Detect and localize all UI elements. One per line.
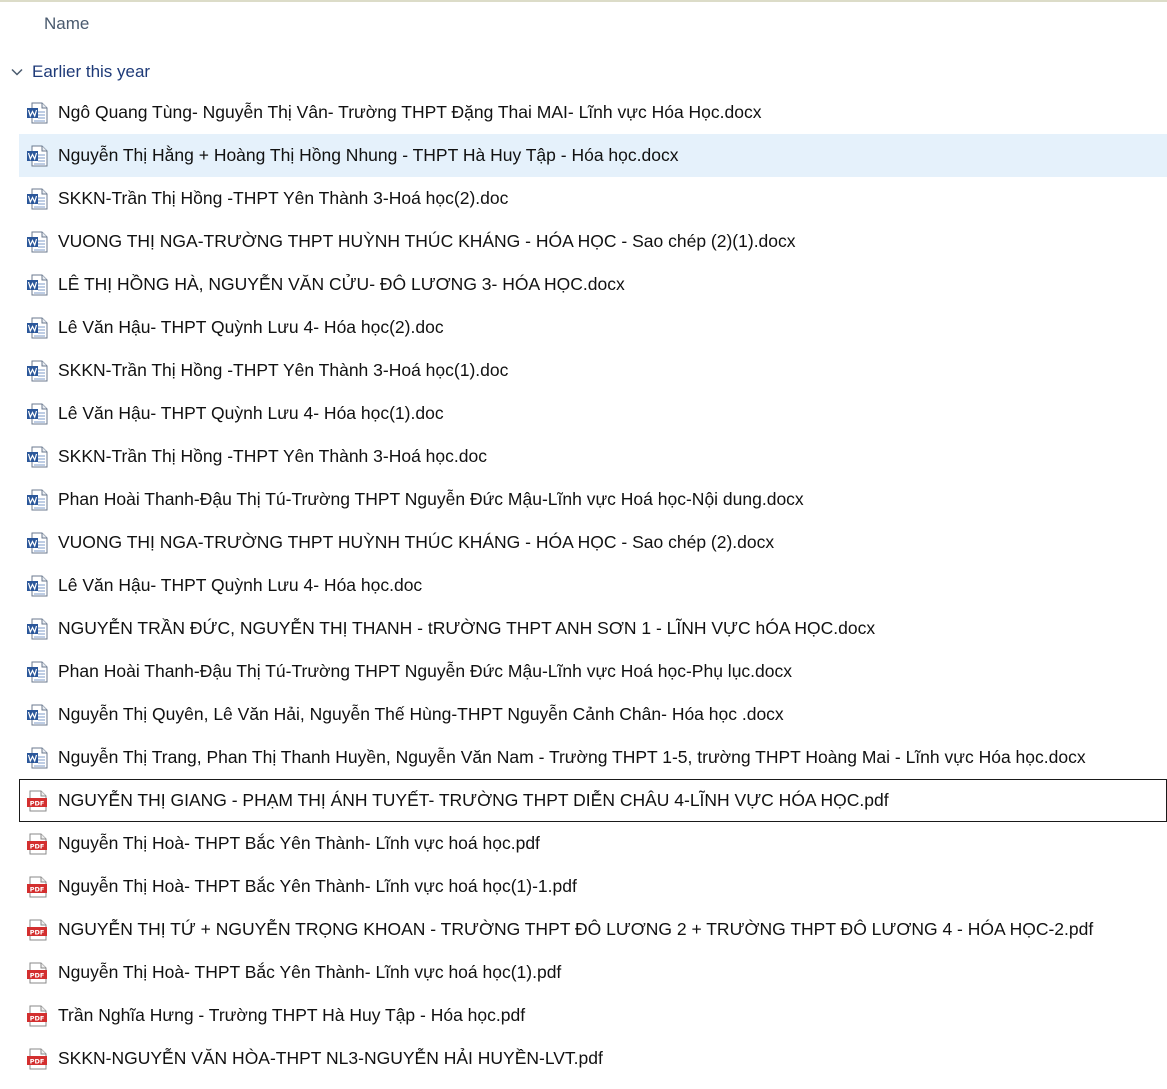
file-name: Nguyễn Thị Hoà- THPT Bắc Yên Thành- Lĩnh…: [58, 962, 562, 982]
file-name: Ngô Quang Tùng- Nguyễn Thị Vân- Trường T…: [58, 102, 762, 122]
file-name: Lê Văn Hậu- THPT Quỳnh Lưu 4- Hóa học(2)…: [58, 317, 444, 337]
word-file-icon: [26, 273, 48, 296]
file-name: Nguyễn Thị Hoà- THPT Bắc Yên Thành- Lĩnh…: [58, 876, 577, 896]
file-name: SKKN-Trần Thị Hồng -THPT Yên Thành 3-Hoá…: [58, 360, 509, 380]
file-row[interactable]: PDF NGUYỄN THỊ TỨ + NGUYỄN TRỌNG KHOAN - …: [19, 908, 1167, 951]
group-label: Earlier this year: [32, 62, 151, 81]
file-name: LÊ THỊ HỒNG HÀ, NGUYỄN VĂN CỬU- ĐÔ LƯƠNG…: [58, 274, 625, 294]
file-name: NGUYỄN TRẦN ĐỨC, NGUYỄN THỊ THANH - tRƯỜ…: [58, 618, 876, 638]
file-row[interactable]: Phan Hoài Thanh-Đậu Thị Tú-Trường THPT N…: [19, 478, 1167, 521]
word-file-icon: [26, 101, 48, 124]
file-row[interactable]: LÊ THỊ HỒNG HÀ, NGUYỄN VĂN CỬU- ĐÔ LƯƠNG…: [19, 263, 1167, 306]
file-row[interactable]: VUONG THỊ NGA-TRƯỜNG THPT HUỲNH THÚC KHÁ…: [19, 220, 1167, 263]
word-file-icon: [26, 703, 48, 726]
file-row[interactable]: Ngô Quang Tùng- Nguyễn Thị Vân- Trường T…: [19, 91, 1167, 134]
svg-text:PDF: PDF: [30, 928, 45, 936]
file-name: SKKN-NGUYỄN VĂN HÒA-THPT NL3-NGUYỄN HẢI …: [58, 1048, 603, 1068]
file-row[interactable]: Nguyễn Thị Hằng + Hoàng Thị Hồng Nhung -…: [19, 134, 1167, 177]
pdf-file-icon: PDF: [26, 790, 48, 811]
pdf-file-icon: PDF: [26, 1005, 48, 1026]
file-row[interactable]: SKKN-Trần Thị Hồng -THPT Yên Thành 3-Hoá…: [19, 435, 1167, 478]
name-column-header[interactable]: Name: [44, 14, 89, 34]
word-file-icon: [26, 660, 48, 683]
pdf-file-icon: PDF: [26, 1048, 48, 1069]
pdf-file-icon: PDF: [26, 919, 48, 940]
file-name: Lê Văn Hậu- THPT Quỳnh Lưu 4- Hóa học(1)…: [58, 403, 444, 423]
file-name: Nguyễn Thị Trang, Phan Thị Thanh Huyền, …: [58, 747, 1086, 767]
file-row[interactable]: Lê Văn Hậu- THPT Quỳnh Lưu 4- Hóa học(2)…: [19, 306, 1167, 349]
file-row[interactable]: SKKN-Trần Thị Hồng -THPT Yên Thành 3-Hoá…: [19, 349, 1167, 392]
file-row[interactable]: PDF Nguyễn Thị Hoà- THPT Bắc Yên Thành- L…: [19, 951, 1167, 994]
file-list: Ngô Quang Tùng- Nguyễn Thị Vân- Trường T…: [19, 91, 1167, 1080]
top-divider: [0, 0, 1167, 3]
word-file-icon: [26, 187, 48, 210]
file-name: Nguyễn Thị Hoà- THPT Bắc Yên Thành- Lĩnh…: [58, 833, 540, 853]
file-name: Nguyễn Thị Hằng + Hoàng Thị Hồng Nhung -…: [58, 145, 679, 165]
group-header-earlier-this-year[interactable]: Earlier this year: [8, 60, 150, 84]
file-name: NGUYỄN THỊ GIANG - PHẠM THỊ ÁNH TUYẾT- T…: [58, 790, 889, 810]
file-row[interactable]: Lê Văn Hậu- THPT Quỳnh Lưu 4- Hóa học.do…: [19, 564, 1167, 607]
file-row[interactable]: Lê Văn Hậu- THPT Quỳnh Lưu 4- Hóa học(1)…: [19, 392, 1167, 435]
file-name: VUONG THỊ NGA-TRƯỜNG THPT HUỲNH THÚC KHÁ…: [58, 231, 796, 251]
word-file-icon: [26, 144, 48, 167]
file-name: NGUYỄN THỊ TỨ + NGUYỄN TRỌNG KHOAN - TRƯ…: [58, 919, 1094, 939]
svg-text:PDF: PDF: [30, 885, 45, 893]
word-file-icon: [26, 316, 48, 339]
file-row[interactable]: PDF Nguyễn Thị Hoà- THPT Bắc Yên Thành- L…: [19, 865, 1167, 908]
file-row[interactable]: PDF Trần Nghĩa Hưng - Trường THPT Hà Huy …: [19, 994, 1167, 1037]
svg-text:PDF: PDF: [30, 1014, 45, 1022]
word-file-icon: [26, 402, 48, 425]
svg-text:PDF: PDF: [30, 842, 45, 850]
word-file-icon: [26, 617, 48, 640]
word-file-icon: [26, 359, 48, 382]
file-row[interactable]: Nguyễn Thị Quyên, Lê Văn Hải, Nguyễn Thế…: [19, 693, 1167, 736]
pdf-file-icon: PDF: [26, 876, 48, 897]
file-name: SKKN-Trần Thị Hồng -THPT Yên Thành 3-Hoá…: [58, 188, 509, 208]
file-row[interactable]: Nguyễn Thị Trang, Phan Thị Thanh Huyền, …: [19, 736, 1167, 779]
file-name: SKKN-Trần Thị Hồng -THPT Yên Thành 3-Hoá…: [58, 446, 487, 466]
file-row[interactable]: PDF NGUYỄN THỊ GIANG - PHẠM THỊ ÁNH TUYẾT…: [19, 779, 1167, 822]
file-row[interactable]: SKKN-Trần Thị Hồng -THPT Yên Thành 3-Hoá…: [19, 177, 1167, 220]
file-row[interactable]: Phan Hoài Thanh-Đậu Thị Tú-Trường THPT N…: [19, 650, 1167, 693]
word-file-icon: [26, 746, 48, 769]
pdf-file-icon: PDF: [26, 962, 48, 983]
file-name: VUONG THỊ NGA-TRƯỜNG THPT HUỲNH THÚC KHÁ…: [58, 532, 775, 552]
file-name: Phan Hoài Thanh-Đậu Thị Tú-Trường THPT N…: [58, 489, 804, 509]
file-row[interactable]: VUONG THỊ NGA-TRƯỜNG THPT HUỲNH THÚC KHÁ…: [19, 521, 1167, 564]
word-file-icon: [26, 230, 48, 253]
file-row[interactable]: NGUYỄN TRẦN ĐỨC, NGUYỄN THỊ THANH - tRƯỜ…: [19, 607, 1167, 650]
word-file-icon: [26, 574, 48, 597]
svg-text:PDF: PDF: [30, 1057, 45, 1065]
pdf-file-icon: PDF: [26, 833, 48, 854]
file-row[interactable]: PDF Nguyễn Thị Hoà- THPT Bắc Yên Thành- L…: [19, 822, 1167, 865]
word-file-icon: [26, 488, 48, 511]
word-file-icon: [26, 445, 48, 468]
svg-text:PDF: PDF: [30, 971, 45, 979]
word-file-icon: [26, 531, 48, 554]
svg-text:PDF: PDF: [30, 799, 45, 807]
chevron-down-icon[interactable]: [8, 63, 26, 81]
file-name: Lê Văn Hậu- THPT Quỳnh Lưu 4- Hóa học.do…: [58, 575, 423, 595]
file-name: Phan Hoài Thanh-Đậu Thị Tú-Trường THPT N…: [58, 661, 793, 681]
file-name: Nguyễn Thị Quyên, Lê Văn Hải, Nguyễn Thế…: [58, 704, 784, 724]
file-row[interactable]: PDF SKKN-NGUYỄN VĂN HÒA-THPT NL3-NGUYỄN H…: [19, 1037, 1167, 1080]
file-name: Trần Nghĩa Hưng - Trường THPT Hà Huy Tập…: [58, 1005, 526, 1025]
